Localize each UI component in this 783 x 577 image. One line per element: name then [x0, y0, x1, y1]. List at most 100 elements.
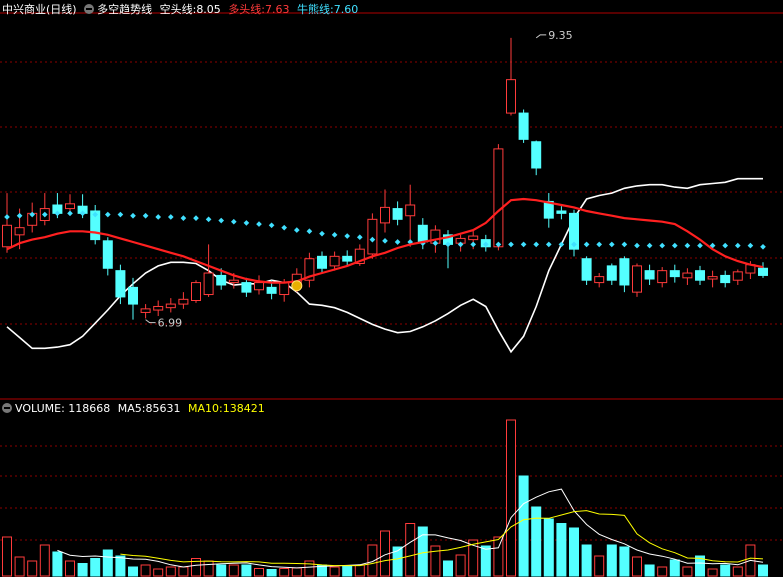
- bull-line-dot-11: [142, 212, 149, 219]
- volume-bar-9: [115, 555, 126, 577]
- candle-body-57: [720, 274, 731, 284]
- signal-marker-icon: [291, 280, 303, 292]
- candle-body-50: [632, 265, 642, 293]
- price-chart: 9.35 6.99: [0, 12, 783, 577]
- candle-body-13: [165, 303, 176, 309]
- volume-bar-50: [632, 556, 642, 577]
- volume-bar-13: [165, 566, 176, 577]
- bull-line-dot-18: [230, 218, 237, 225]
- short-line-value: 8.05: [196, 3, 221, 16]
- bull-line-dot-31: [394, 239, 401, 245]
- volume-bar-41: [518, 475, 529, 577]
- bull-line-dot-14: [180, 215, 187, 221]
- volume-bar-49: [619, 546, 630, 577]
- candle-body-48: [606, 265, 617, 281]
- short-line-label: 空头线:: [159, 3, 197, 16]
- volume-bar-51: [644, 564, 655, 577]
- candle-body-54: [682, 272, 693, 279]
- bull-line-dot-5: [67, 210, 73, 217]
- bull-line-dot-15: [193, 215, 199, 221]
- long-line-label: 多头线:: [228, 3, 266, 16]
- volume-bar-12: [153, 568, 164, 577]
- bull-line-dot-49: [621, 241, 628, 248]
- volume-bar-5: [65, 560, 75, 577]
- volume-bar-56: [707, 568, 718, 577]
- volume-toggle-icon[interactable]: [2, 403, 12, 413]
- candle-body-52: [657, 270, 668, 284]
- candle-body-11: [140, 308, 151, 313]
- volume-bar-22: [279, 568, 290, 577]
- candle-body-51: [644, 270, 655, 280]
- candle-body-21: [266, 286, 277, 294]
- candle-body-41: [518, 112, 529, 140]
- volume-bar-36: [455, 554, 466, 577]
- bull-line-dot-26: [331, 232, 338, 238]
- bull-line-dot-22: [281, 224, 288, 231]
- annotation-label-1: 6.99: [158, 317, 183, 330]
- volume-bar-29: [367, 544, 378, 577]
- bull-line-dot-58: [734, 242, 741, 249]
- candle-body-44: [556, 210, 567, 214]
- bull-line-dot-57: [722, 242, 729, 249]
- chart-root: 9.35 6.99 中兴商业(日线) 多空趋势线 空头线:8.05 多头线:7.6…: [0, 0, 783, 577]
- bull-line-dot-27: [344, 233, 351, 239]
- volume-bar-53: [669, 559, 680, 577]
- indicator-toggle-icon[interactable]: [84, 4, 95, 14]
- volume-bar-8: [102, 549, 113, 577]
- volume-bar-6: [77, 563, 88, 577]
- price-legend: 中兴商业(日线) 多空趋势线 空头线:8.05 多头线:7.63 牛熊线:7.6…: [2, 3, 362, 17]
- candle-body-47: [594, 276, 605, 284]
- candle-body-60: [758, 267, 768, 276]
- candle-body-46: [581, 258, 592, 281]
- candle-body-9: [115, 270, 126, 298]
- candle-body-20: [254, 282, 264, 291]
- volume-bar-46: [581, 544, 592, 577]
- volume-bar-44: [556, 523, 567, 577]
- candle-body-58: [732, 271, 743, 281]
- bull-line-dot-1: [16, 212, 23, 219]
- volume-bar-26: [329, 566, 340, 577]
- volume-bar-58: [732, 566, 743, 577]
- volume-bar-11: [140, 564, 151, 577]
- volume-bar-32: [405, 523, 416, 577]
- volume-bar-27: [342, 565, 353, 577]
- candle-body-49: [619, 258, 630, 286]
- stock-title: 中兴商业(日线): [2, 3, 77, 16]
- candle-body-14: [178, 298, 189, 305]
- bull-line-dot-21: [268, 222, 275, 229]
- bull-line-dot-37: [470, 241, 477, 248]
- volume-bar-38: [480, 545, 491, 577]
- volume-bar-52: [657, 566, 668, 577]
- bull-line-dot-40: [508, 241, 514, 248]
- volume-bar-4: [52, 551, 63, 577]
- candle-body-25: [317, 255, 327, 269]
- bull-line-dot-47: [596, 241, 603, 248]
- candle-body-18: [228, 279, 239, 284]
- candle-body-29: [367, 218, 378, 255]
- bull-line-dot-42: [533, 241, 540, 248]
- volume-bar-45: [569, 527, 579, 577]
- bull-line-dot-53: [671, 242, 678, 249]
- candle-body-10: [128, 286, 138, 305]
- candle-body-15: [191, 282, 201, 301]
- volume-bar-47: [594, 555, 605, 577]
- bull-line-dot-23: [293, 227, 300, 233]
- volume-legend: VOLUME: 118668 MA5:85631 MA10:138421: [2, 402, 269, 416]
- volume-bar-24: [304, 560, 315, 577]
- volume-bar-14: [178, 566, 189, 577]
- bull-line-dot-0: [4, 214, 10, 220]
- volume-bar-43: [543, 518, 554, 577]
- ma5-value: 85631: [145, 402, 181, 415]
- candle-body-40: [506, 79, 516, 114]
- volume-value: 118668: [68, 402, 111, 415]
- long-line-value: 7.63: [265, 3, 290, 16]
- bull-line-dot-50: [634, 242, 640, 249]
- bull-line-dot-12: [155, 214, 162, 220]
- candle-body-56: [707, 276, 718, 280]
- volume-bar-60: [758, 564, 768, 577]
- annotation-leader-1: [145, 319, 156, 324]
- ma10-value: 138421: [222, 402, 265, 415]
- bull-line-dot-54: [684, 242, 691, 249]
- annotation-leader-0: [535, 34, 547, 39]
- candle-body-37: [468, 235, 479, 241]
